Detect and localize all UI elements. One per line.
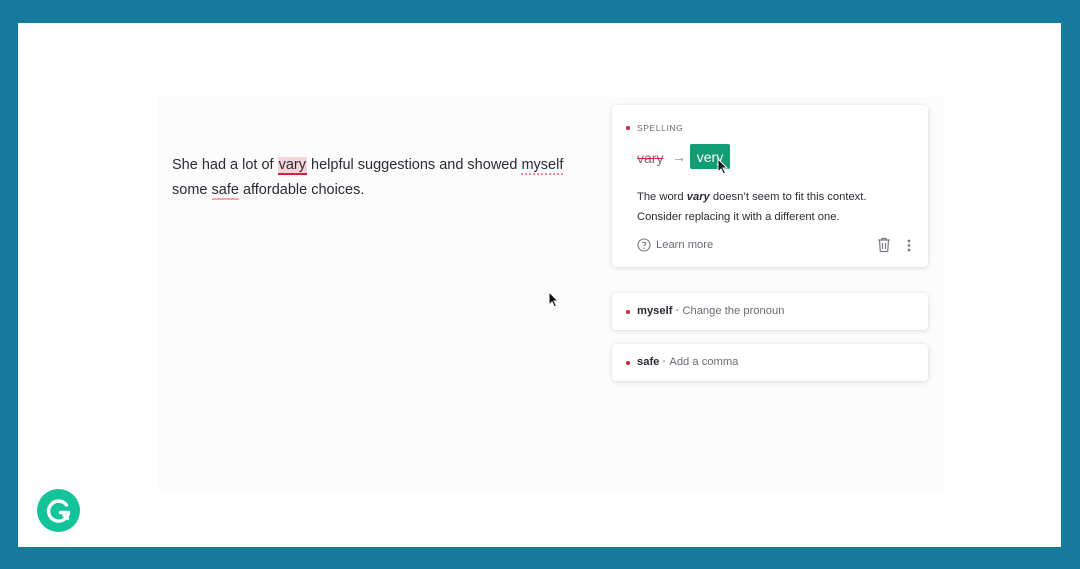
editor-text[interactable]: She had a lot of vary helpful suggestion…: [172, 153, 592, 203]
card-summary: myself · Change the pronoun: [637, 305, 784, 317]
flagged-word-safe[interactable]: safe: [211, 182, 239, 200]
more-vertical-icon[interactable]: [907, 239, 911, 252]
grammarly-g-icon: [46, 499, 70, 523]
text-segment: helpful suggestions and showed: [307, 157, 522, 173]
severity-dot: [626, 361, 630, 365]
learn-more-label: Learn more: [656, 239, 714, 251]
card-description: Add a comma: [669, 356, 739, 368]
explanation-word: vary: [686, 191, 710, 203]
flagged-word-vary[interactable]: vary: [277, 157, 308, 175]
card-word: safe: [637, 356, 660, 368]
separator: ·: [675, 305, 680, 317]
card-description: Change the pronoun: [682, 305, 785, 317]
text-segment: She had a lot of: [172, 157, 278, 173]
original-word: vary: [637, 150, 664, 166]
learn-more-link[interactable]: Learn more: [637, 238, 713, 252]
grammarly-logo-icon: [37, 489, 80, 532]
mouse-cursor-icon: [548, 291, 560, 308]
text-segment: some: [172, 182, 212, 198]
mouse-cursor-icon: [717, 158, 729, 175]
text-segment: affordable choices.: [238, 182, 365, 198]
severity-dot: [626, 126, 630, 130]
suggestion-card-safe[interactable]: safe · Add a comma: [612, 344, 928, 381]
explanation-text: The word vary doesn’t seem to fit this c…: [637, 188, 907, 227]
app-frame: She had a lot of vary helpful suggestion…: [18, 23, 1061, 547]
arrow-icon: →: [672, 149, 686, 165]
explanation-part: The word: [637, 191, 687, 203]
flagged-word-myself[interactable]: myself: [521, 157, 564, 175]
trash-icon[interactable]: [877, 237, 891, 253]
card-word: myself: [637, 305, 673, 317]
severity-dot: [626, 310, 630, 314]
category-label: SPELLING: [637, 123, 684, 133]
suggestion-card-spelling[interactable]: SPELLING vary → very The word vary doesn…: [612, 105, 928, 267]
card-summary: safe · Add a comma: [637, 356, 738, 368]
question-circle-icon: [637, 238, 651, 252]
separator: ·: [662, 356, 667, 368]
suggestion-card-myself[interactable]: myself · Change the pronoun: [612, 293, 928, 330]
